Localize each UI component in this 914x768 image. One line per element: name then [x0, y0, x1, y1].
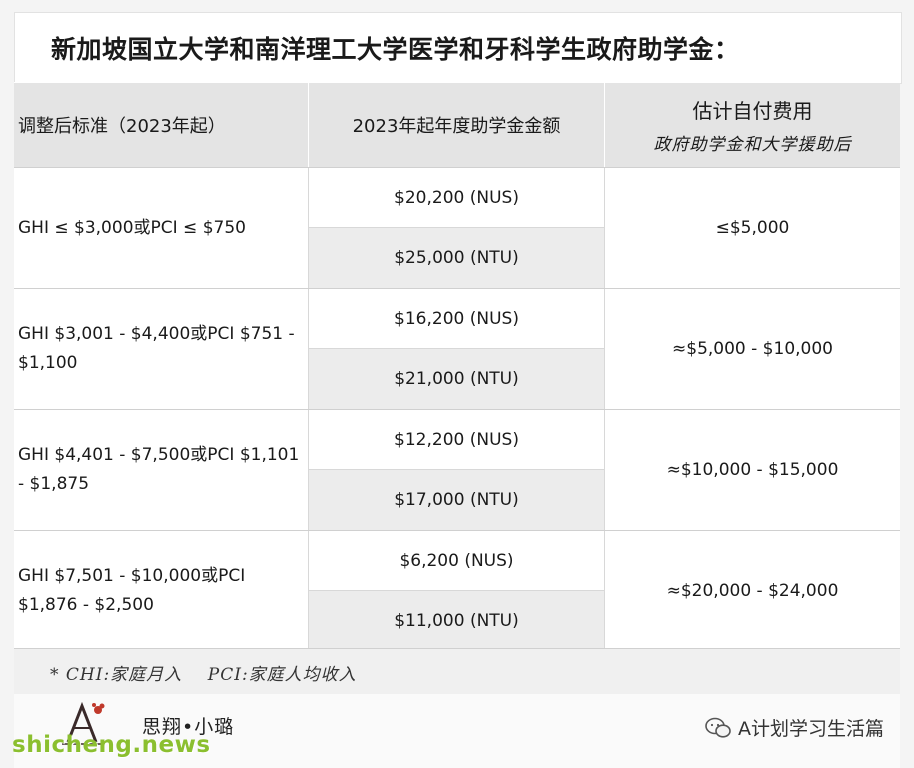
table-row: GHI $3,001 - $4,400或PCI $751 - $1,100 $1… — [14, 288, 900, 409]
header-estimate-main: 估计自付费用 — [692, 99, 813, 123]
header-estimate: 估计自付费用 政府助学金和大学援助后 — [605, 83, 900, 167]
ntu-amount: $21,000 (NTU) — [309, 349, 604, 409]
criteria-cell: GHI ≤ $3,000或PCI ≤ $750 — [14, 168, 309, 288]
header-amount: 2023年起年度助学金金额 — [309, 83, 605, 167]
footnote: * CHI:家庭月入 PCI:家庭人均收入 — [50, 664, 357, 685]
ntu-amount: $25,000 (NTU) — [309, 228, 604, 288]
amount-cell: $12,200 (NUS) $17,000 (NTU) — [309, 410, 605, 530]
nus-amount: $16,200 (NUS) — [309, 289, 604, 349]
page-title: 新加坡国立大学和南洋理工大学医学和牙科学生政府助学金： — [51, 35, 740, 64]
wechat-account[interactable]: A计划学习生活篇 — [704, 714, 884, 741]
header-estimate-sub: 政府助学金和大学援助后 — [653, 135, 852, 155]
table-header: 调整后标准（2023年起） 2023年起年度助学金金额 估计自付费用 政府助学金… — [14, 82, 900, 167]
amount-cell: $6,200 (NUS) $11,000 (NTU) — [309, 531, 605, 651]
wechat-account-name: A计划学习生活篇 — [738, 718, 884, 740]
nus-amount: $12,200 (NUS) — [309, 410, 604, 470]
amount-cell: $16,200 (NUS) $21,000 (NTU) — [309, 289, 605, 409]
header-criteria: 调整后标准（2023年起） — [14, 83, 309, 167]
nus-amount: $20,200 (NUS) — [309, 168, 604, 228]
criteria-cell: GHI $3,001 - $4,400或PCI $751 - $1,100 — [14, 289, 309, 409]
table-row: GHI $7,501 - $10,000或PCI $1,876 - $2,500… — [14, 530, 900, 651]
table-row: GHI ≤ $3,000或PCI ≤ $750 $20,200 (NUS) $2… — [14, 167, 900, 288]
site-watermark: shicheng.news — [12, 732, 211, 758]
estimate-cell: ≈$10,000 - $15,000 — [605, 410, 900, 530]
ntu-amount: $17,000 (NTU) — [309, 470, 604, 530]
estimate-cell: ≤$5,000 — [605, 168, 900, 288]
estimate-cell: ≈$5,000 - $10,000 — [605, 289, 900, 409]
amount-cell: $20,200 (NUS) $25,000 (NTU) — [309, 168, 605, 288]
nus-amount: $6,200 (NUS) — [309, 531, 604, 591]
footnote-area: * CHI:家庭月入 PCI:家庭人均收入 — [14, 648, 900, 695]
criteria-cell: GHI $4,401 - $7,500或PCI $1,101 - $1,875 — [14, 410, 309, 530]
criteria-cell: GHI $7,501 - $10,000或PCI $1,876 - $2,500 — [14, 531, 309, 651]
table-row: GHI $4,401 - $7,500或PCI $1,101 - $1,875 … — [14, 409, 900, 530]
ntu-amount: $11,000 (NTU) — [309, 591, 604, 651]
estimate-cell: ≈$20,000 - $24,000 — [605, 531, 900, 651]
wechat-icon — [705, 717, 731, 738]
title-bar: 新加坡国立大学和南洋理工大学医学和牙科学生政府助学金： — [14, 12, 902, 84]
grant-table: 调整后标准（2023年起） 2023年起年度助学金金额 估计自付费用 政府助学金… — [14, 82, 900, 651]
